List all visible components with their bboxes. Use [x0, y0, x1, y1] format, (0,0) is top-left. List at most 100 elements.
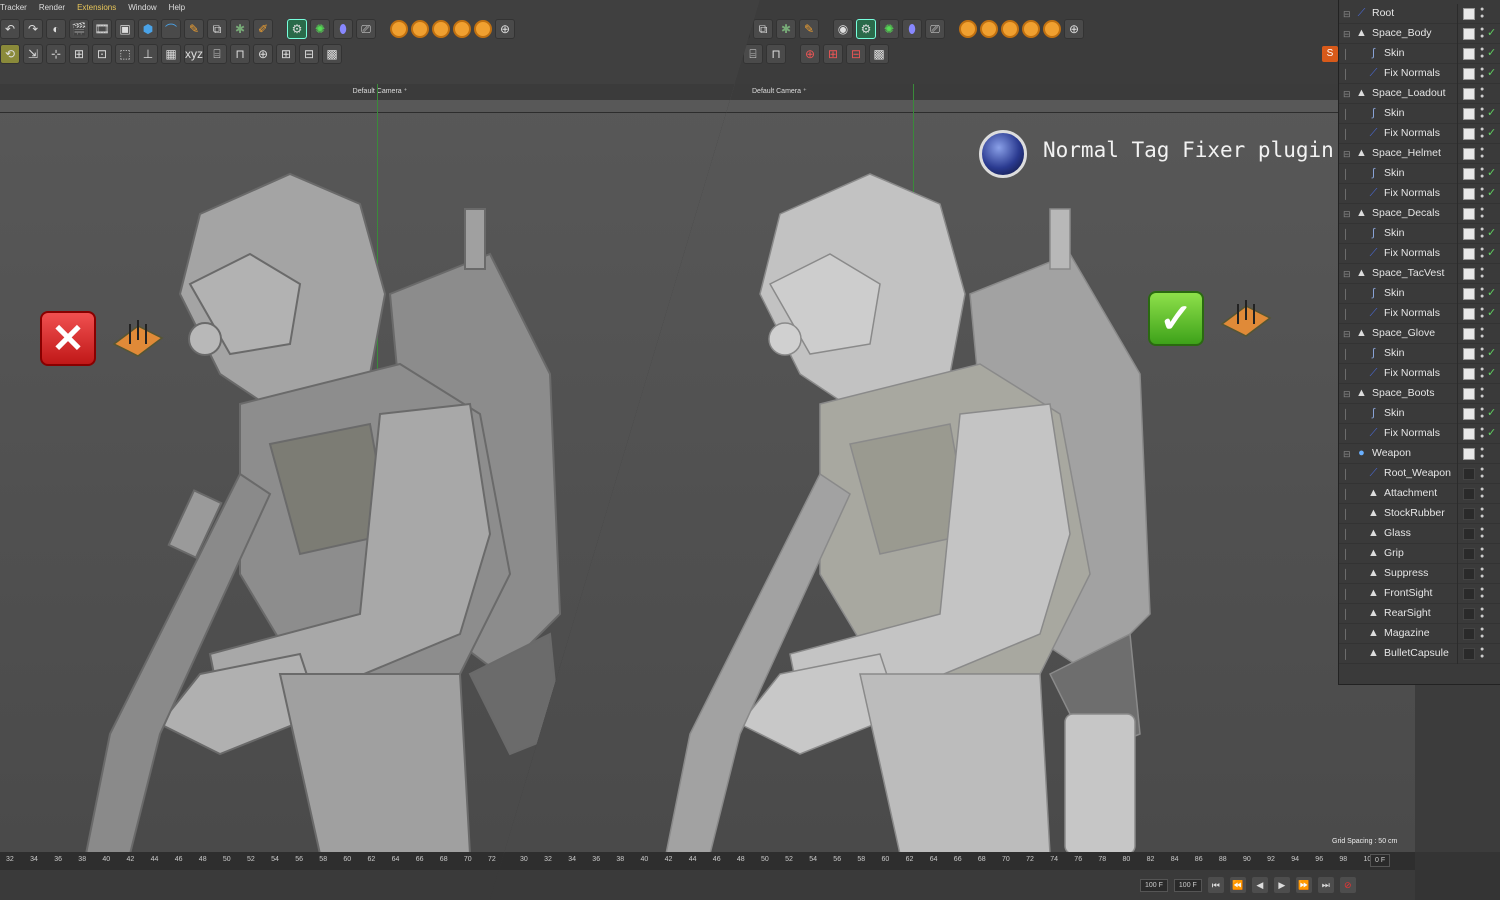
layer-dots-icon[interactable]: ● ● [1480, 586, 1486, 602]
quantize-icon-r[interactable]: ⌸ [743, 44, 763, 64]
tree-connector[interactable]: │ [1343, 224, 1349, 244]
object-row[interactable]: │ ∫ Skin ● ● ✓ [1339, 344, 1500, 364]
mode-icon[interactable]: ⟲ [0, 44, 20, 64]
mograph-icon[interactable]: ✺ [310, 19, 330, 39]
layer-dots-icon[interactable]: ● ● [1480, 406, 1486, 422]
checker-icon[interactable]: ▩ [322, 44, 342, 64]
visibility-toggle[interactable] [1463, 588, 1475, 600]
object-row[interactable]: ⊟ ▲ Space_Decals ● ● [1339, 204, 1500, 224]
layer-dots-icon[interactable]: ● ● [1480, 206, 1486, 222]
menu-tracker[interactable]: Tracker [0, 3, 27, 12]
workplane-icon[interactable]: ⬚ [115, 44, 135, 64]
object-row[interactable]: ⊟ ▲ Space_Loadout ● ● [1339, 84, 1500, 104]
grid-sphere-icon-r[interactable]: ⊕ [1064, 19, 1084, 39]
tree-connector[interactable]: │ [1343, 484, 1349, 504]
layer-dots-icon[interactable]: ● ● [1480, 466, 1486, 482]
object-row[interactable]: │ ⟋ Fix Normals ● ● ✓ [1339, 424, 1500, 444]
enabled-check-icon[interactable]: ✓ [1487, 26, 1496, 39]
redo-icon[interactable]: ↷ [23, 19, 43, 39]
field-icon[interactable]: ✐ [253, 19, 273, 39]
object-row[interactable]: │ ⟋ Fix Normals ● ● ✓ [1339, 244, 1500, 264]
end-frame-field-left[interactable]: 100 F [1140, 878, 1168, 892]
visibility-toggle[interactable] [1463, 128, 1475, 140]
orange-sphere-icon-2[interactable] [411, 20, 429, 38]
visibility-toggle[interactable] [1463, 388, 1475, 400]
mograph-icon-r[interactable]: ✺ [879, 19, 899, 39]
orange-sphere-icon-r3[interactable] [1001, 20, 1019, 38]
visibility-toggle[interactable] [1463, 368, 1475, 380]
layer-dots-icon[interactable]: ● ● [1480, 486, 1486, 502]
tree-connector[interactable]: ⊟ [1343, 4, 1351, 24]
visibility-toggle[interactable] [1463, 108, 1475, 120]
visibility-toggle[interactable] [1463, 208, 1475, 220]
enabled-check-icon[interactable]: ✓ [1487, 166, 1496, 179]
visibility-toggle[interactable] [1463, 448, 1475, 460]
add-point-icon[interactable]: ⊕ [253, 44, 273, 64]
tree-connector[interactable]: │ [1343, 404, 1349, 424]
layer-dots-icon[interactable]: ● ● [1480, 346, 1486, 362]
enabled-check-icon[interactable]: ✓ [1487, 186, 1496, 199]
current-frame-field[interactable]: 0 F [1370, 854, 1391, 867]
tree-connector[interactable]: │ [1343, 364, 1349, 384]
object-row[interactable]: ⊟ ▲ Space_Boots ● ● [1339, 384, 1500, 404]
array-icon-r[interactable]: ⧉ [753, 19, 773, 39]
quantize-icon[interactable]: ⌸ [207, 44, 227, 64]
subdivision-icon[interactable]: ✎ [184, 19, 204, 39]
enabled-check-icon[interactable]: ✓ [1487, 126, 1496, 139]
enabled-check-icon[interactable]: ✓ [1487, 406, 1496, 419]
deformer-icon-r[interactable]: ✱ [776, 19, 796, 39]
visibility-toggle[interactable] [1463, 188, 1475, 200]
orange-sphere-icon-r4[interactable] [1022, 20, 1040, 38]
visibility-toggle[interactable] [1463, 28, 1475, 40]
visibility-toggle[interactable] [1463, 508, 1475, 520]
tree-connector[interactable]: │ [1343, 284, 1349, 304]
move-axis-icon[interactable]: ⊹ [46, 44, 66, 64]
enabled-check-icon[interactable]: ✓ [1487, 46, 1496, 59]
layer-dots-icon[interactable]: ● ● [1480, 46, 1486, 62]
layer-dots-icon[interactable]: ● ● [1480, 386, 1486, 402]
object-row[interactable]: │ ∫ Skin ● ● ✓ [1339, 284, 1500, 304]
layer-dots-icon[interactable]: ● ● [1480, 626, 1486, 642]
layer-dots-icon[interactable]: ● ● [1480, 186, 1486, 202]
lock-icon[interactable]: ◐ [46, 19, 66, 39]
layer-dots-icon[interactable]: ● ● [1480, 526, 1486, 542]
visibility-toggle[interactable] [1463, 88, 1475, 100]
object-row[interactable]: │ ▲ RearSight ● ● [1339, 604, 1500, 624]
tree-connector[interactable]: ⊟ [1343, 264, 1351, 284]
object-row[interactable]: │ ⟋ Fix Normals ● ● ✓ [1339, 304, 1500, 324]
s-plugin-icon[interactable]: S [1322, 46, 1338, 62]
rotate-axis-icon[interactable]: ⊡ [92, 44, 112, 64]
object-row[interactable]: ⊟ ▲ Space_Glove ● ● [1339, 324, 1500, 344]
layer-dots-icon[interactable]: ● ● [1480, 86, 1486, 102]
enabled-check-icon[interactable]: ✓ [1487, 66, 1496, 79]
orange-sphere-icon-r1[interactable] [959, 20, 977, 38]
object-row[interactable]: │ ⟋ Fix Normals ● ● ✓ [1339, 184, 1500, 204]
play-icon[interactable]: ▶ [1273, 877, 1290, 893]
visibility-toggle[interactable] [1463, 428, 1475, 440]
tree-connector[interactable]: ⊟ [1343, 144, 1351, 164]
object-row[interactable]: │ ⟋ Fix Normals ● ● ✓ [1339, 124, 1500, 144]
camera-icon-r[interactable]: ⎚ [925, 19, 945, 39]
prev-frame-icon[interactable]: ◀ [1251, 877, 1268, 893]
layer-dots-icon[interactable]: ● ● [1480, 26, 1486, 42]
layer-dots-icon[interactable]: ● ● [1480, 66, 1486, 82]
camera-icon[interactable]: ⎚ [356, 19, 376, 39]
tree-connector[interactable]: │ [1343, 64, 1349, 84]
object-row[interactable]: │ ▲ BulletCapsule ● ● [1339, 644, 1500, 664]
layer-dots-icon[interactable]: ● ● [1480, 306, 1486, 322]
undo-icon[interactable]: ↶ [0, 19, 20, 39]
tree-connector[interactable]: │ [1343, 544, 1349, 564]
visibility-toggle[interactable] [1463, 528, 1475, 540]
orange-sphere-icon-4[interactable] [453, 20, 471, 38]
object-row[interactable]: ⊟ ▲ Space_Helmet ● ● [1339, 144, 1500, 164]
orange-sphere-icon-1[interactable] [390, 20, 408, 38]
object-row[interactable]: │ ▲ Glass ● ● [1339, 524, 1500, 544]
checker-icon-r[interactable]: ▩ [869, 44, 889, 64]
object-row[interactable]: │ ⟋ Fix Normals ● ● ✓ [1339, 364, 1500, 384]
prev-key-icon[interactable]: ⏪ [1229, 877, 1246, 893]
object-row[interactable]: │ ▲ FrontSight ● ● [1339, 584, 1500, 604]
tree-connector[interactable]: │ [1343, 624, 1349, 644]
tree-connector[interactable]: │ [1343, 304, 1349, 324]
tree-connector[interactable]: ⊟ [1343, 24, 1351, 44]
orange-sphere-icon-r2[interactable] [980, 20, 998, 38]
